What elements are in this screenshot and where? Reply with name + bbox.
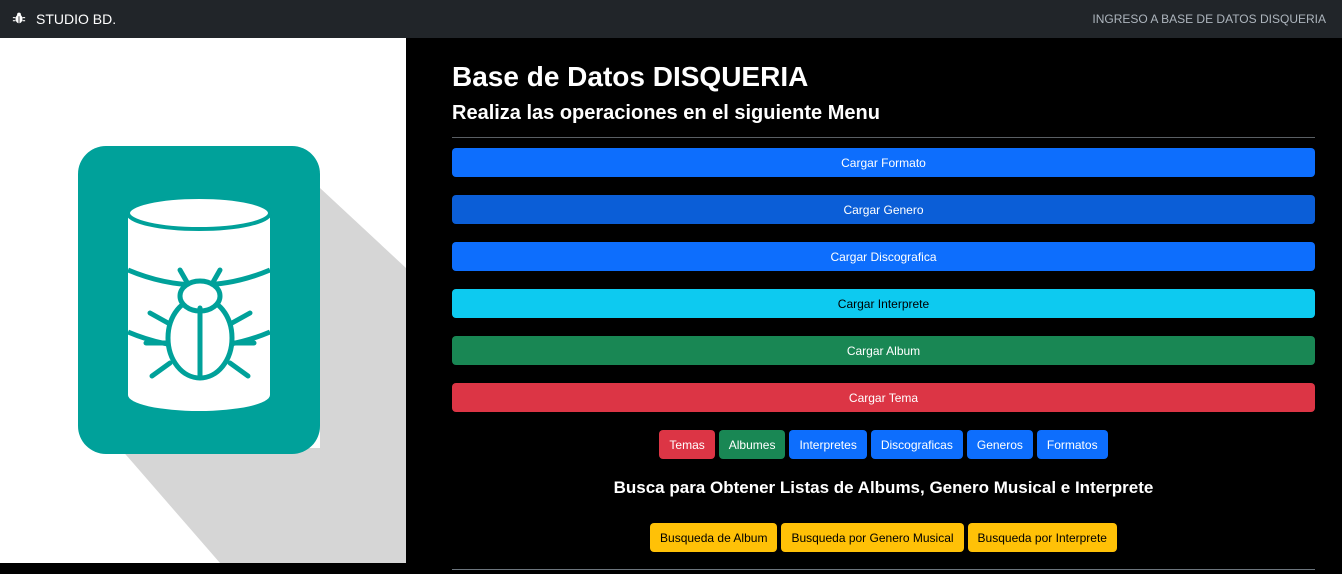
cargar-album-button[interactable]: Cargar Album — [452, 336, 1315, 365]
cargar-tema-button[interactable]: Cargar Tema — [452, 383, 1315, 412]
busqueda-genero-button[interactable]: Busqueda por Genero Musical — [781, 523, 964, 552]
bug-icon — [12, 11, 26, 28]
hero-image — [0, 38, 406, 563]
albumes-button[interactable]: Albumes — [718, 430, 786, 459]
page-subtitle: Realiza las operaciones en el siguiente … — [452, 102, 880, 124]
brand-link[interactable]: STUDIO BD. — [12, 11, 116, 28]
interpretes-button[interactable]: Interpretes — [789, 430, 867, 459]
cargar-genero-button[interactable]: Cargar Genero — [452, 195, 1315, 224]
temas-button[interactable]: Temas — [659, 430, 715, 459]
search-button-group: Busqueda de Album Busqueda por Genero Mu… — [452, 523, 1315, 552]
divider — [452, 137, 1315, 138]
brand-text: STUDIO BD. — [36, 11, 117, 27]
generos-button[interactable]: Generos — [966, 430, 1033, 459]
nav-link-ingreso[interactable]: INGRESO A BASE DE DATOS DISQUERIA — [1092, 12, 1330, 26]
search-section-title: Busca para Obtener Listas de Albums, Gen… — [613, 478, 1154, 497]
busqueda-album-button[interactable]: Busqueda de Album — [650, 523, 778, 552]
busqueda-interprete-button[interactable]: Busqueda por Interprete — [967, 523, 1117, 552]
cargar-interprete-button[interactable]: Cargar Interprete — [452, 289, 1315, 318]
list-button-group: Temas Albumes Interpretes Discograficas … — [452, 430, 1315, 459]
navbar: STUDIO BD. INGRESO A BASE DE DATOS DISQU… — [0, 0, 1342, 38]
cargar-formato-button[interactable]: Cargar Formato — [452, 148, 1315, 177]
discograficas-button[interactable]: Discograficas — [870, 430, 963, 459]
database-bug-icon — [78, 146, 406, 563]
main-content: Base de Datos DISQUERIA Realiza las oper… — [452, 38, 1315, 570]
bottom-divider — [452, 569, 1315, 570]
cargar-discografica-button[interactable]: Cargar Discografica — [452, 242, 1315, 271]
formatos-button[interactable]: Formatos — [1036, 430, 1108, 459]
page-title: Base de Datos DISQUERIA — [452, 61, 809, 92]
